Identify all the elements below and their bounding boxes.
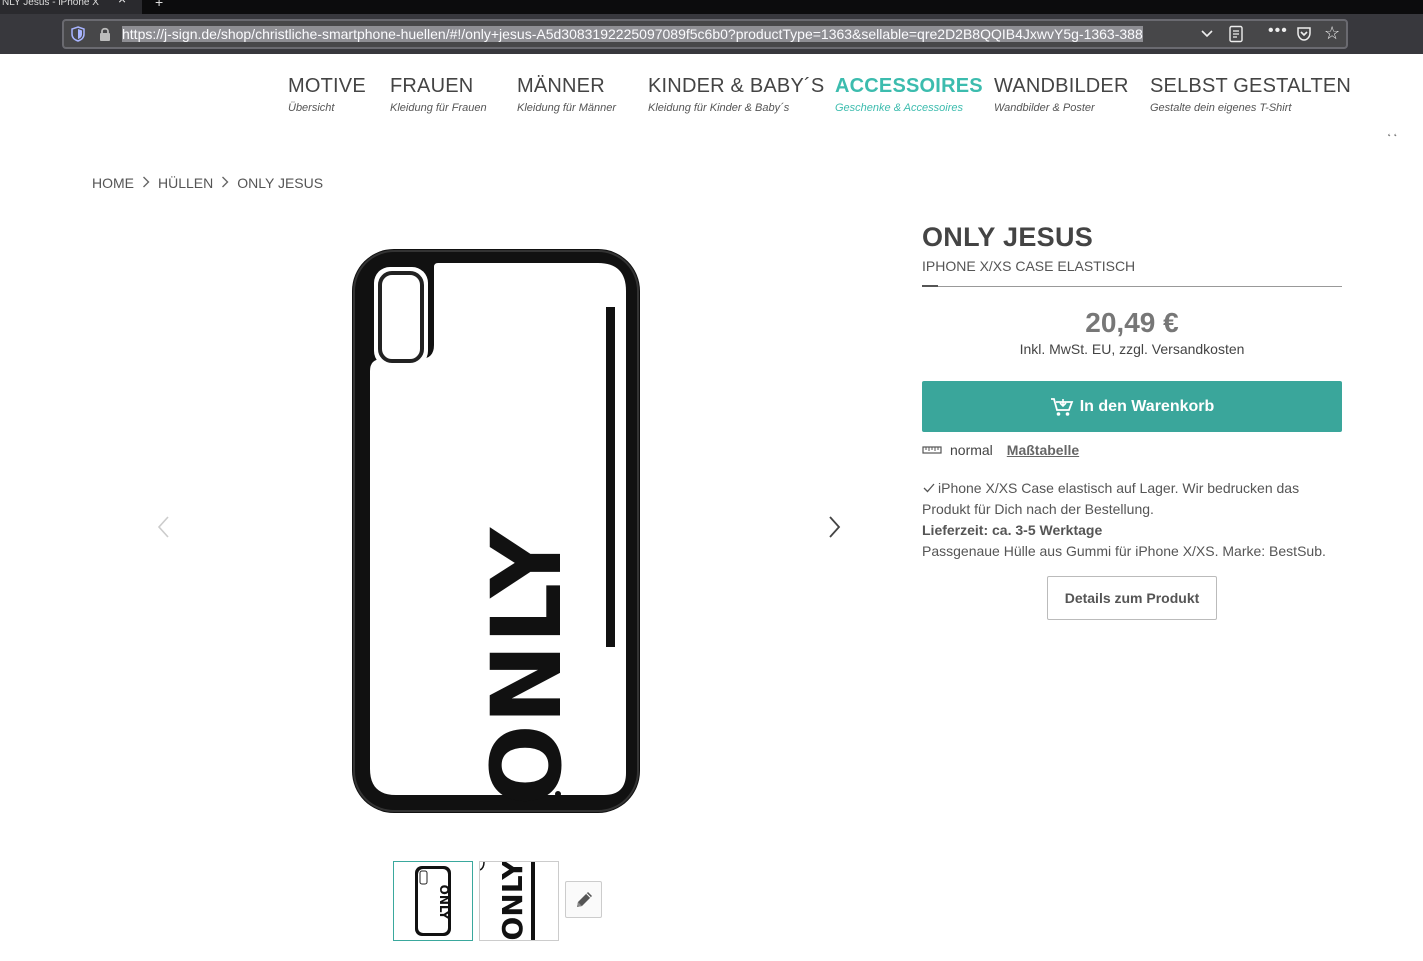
chevron-right-icon (142, 176, 150, 191)
address-bar[interactable]: https://j-sign.de/shop/christliche-smart… (62, 19, 1348, 49)
nav-item-selbst-gestalten[interactable]: SELBST GESTALTEN Gestalte dein eigenes T… (1150, 74, 1351, 114)
product-info: ONLY JESUS IPHONE X/XS CASE ELASTISCH 20… (922, 220, 1342, 620)
stock-row: iPhone X/XS Case elastisch auf Lager. Wi… (922, 478, 1342, 520)
nav-label: ACCESSOIRES (835, 75, 983, 97)
breadcrumb-huellen[interactable]: HÜLLEN (158, 175, 213, 191)
url-text[interactable]: https://j-sign.de/shop/christliche-smart… (122, 25, 1196, 43)
thumbnail-2[interactable]: ONLY (479, 861, 559, 941)
nav-sublabel: Geschenke & Accessoires (835, 102, 963, 114)
thumbnail-1[interactable]: ONLY (393, 861, 473, 941)
nav-label: WANDBILDER (994, 75, 1129, 97)
nav-label: SELBST GESTALTEN (1150, 75, 1352, 97)
reader-view-icon[interactable] (1228, 25, 1244, 43)
nav-label: MOTIVE (288, 75, 366, 97)
breadcrumb: HOME HÜLLEN ONLY JESUS (92, 175, 323, 191)
bookmark-star-icon[interactable]: ☆ (1324, 24, 1340, 42)
product-details-button[interactable]: Details zum Produkt (1047, 576, 1217, 620)
breadcrumb-home[interactable]: HOME (92, 175, 134, 191)
tab-title: NLY Jesus - iPhone X (2, 0, 99, 8)
nav-decoration: ˛ ˛ (1388, 126, 1398, 137)
nav-label: KINDER & BABY´S (648, 75, 825, 97)
nav-item-accessoires[interactable]: ACCESSOIRES Geschenke & Accessoires (835, 74, 983, 114)
product-title: ONLY JESUS (922, 222, 1094, 252)
tax-note: Inkl. MwSt. EU, zzgl. Versandkosten (1019, 341, 1245, 357)
thumbnail-strip: ONLY ONLY (393, 861, 643, 941)
thumbnail-text: ONLY (437, 885, 451, 920)
nav-sublabel: Kleidung für Kinder & Baby´s (648, 102, 790, 114)
nav-item-motive[interactable]: MOTIVE Übersicht (288, 74, 366, 114)
product-gallery: ONLY (150, 225, 850, 835)
pocket-icon[interactable] (1296, 26, 1312, 42)
delivery-time: Lieferzeit: ca. 3-5 Werktage (922, 522, 1103, 538)
browser-toolbar: https://j-sign.de/shop/christliche-smart… (0, 14, 1423, 54)
product-subtitle: IPHONE X/XS CASE ELASTISCH (922, 258, 1136, 274)
nav-sublabel: Kleidung für Männer (517, 102, 617, 114)
pencil-icon (576, 891, 592, 907)
browser-tabbar: NLY Jesus - iPhone X × + (0, 0, 1423, 14)
size-row: normal Maßtabelle (922, 442, 1342, 458)
nav-sublabel: Gestalte dein eigenes T-Shirt (1150, 102, 1292, 114)
main-navigation: MOTIVE Übersicht FRAUEN Kleidung für Fra… (0, 54, 1423, 137)
chevron-right-icon (221, 176, 229, 191)
nav-label: FRAUEN (390, 75, 474, 97)
more-actions-icon[interactable]: ••• (1268, 22, 1288, 40)
cart-icon (1050, 397, 1074, 416)
new-tab-icon[interactable]: + (155, 0, 163, 10)
chevron-right-icon[interactable] (825, 513, 843, 541)
ruler-icon (922, 446, 942, 454)
nav-sublabel: Wandbilder & Poster (994, 102, 1095, 114)
size-table-link[interactable]: Maßtabelle (1007, 442, 1079, 458)
url-value: https://j-sign.de/shop/christliche-smart… (122, 26, 1143, 42)
thumbnail-text: ONLY (496, 862, 529, 940)
nav-label: MÄNNER (517, 75, 605, 97)
chevron-down-icon[interactable] (1200, 26, 1214, 40)
check-icon (923, 483, 935, 493)
shield-icon[interactable] (71, 26, 85, 42)
nav-item-maenner[interactable]: MÄNNER Kleidung für Männer (517, 74, 616, 114)
browser-tab[interactable]: NLY Jesus - iPhone X × (0, 0, 142, 14)
product-price: 20,49 € (1085, 307, 1179, 338)
thumbnail-image: ONLY (480, 862, 535, 940)
chevron-left-icon[interactable] (155, 513, 173, 541)
lock-icon[interactable] (98, 26, 112, 42)
divider (922, 285, 1342, 287)
add-to-cart-label: In den Warenkorb (1079, 397, 1215, 415)
nav-item-frauen[interactable]: FRAUEN Kleidung für Frauen (390, 74, 487, 114)
close-icon[interactable]: × (118, 0, 126, 6)
stock-note: iPhone X/XS Case elastisch auf Lager. Wi… (922, 480, 1300, 517)
add-to-cart-button[interactable]: In den Warenkorb (922, 381, 1342, 432)
nav-item-kinder-babys[interactable]: KINDER & BABY´S Kleidung für Kinder & Ba… (648, 74, 824, 114)
product-description: iPhone X/XS Case elastisch auf Lager. Wi… (922, 478, 1342, 562)
edit-design-button[interactable] (565, 881, 602, 918)
nav-item-wandbilder[interactable]: WANDBILDER Wandbilder & Poster (994, 74, 1129, 114)
description-text: Passgenaue Hülle aus Gummi für iPhone X/… (922, 543, 1326, 559)
print-text: ONLY (471, 527, 583, 806)
product-image: ONLY (352, 249, 640, 813)
size-value: normal (950, 442, 993, 458)
thumbnail-image: ONLY (415, 866, 451, 936)
nav-sublabel: Kleidung für Frauen (390, 102, 487, 114)
breadcrumb-current: ONLY JESUS (237, 175, 324, 191)
nav-sublabel: Übersicht (288, 102, 335, 114)
